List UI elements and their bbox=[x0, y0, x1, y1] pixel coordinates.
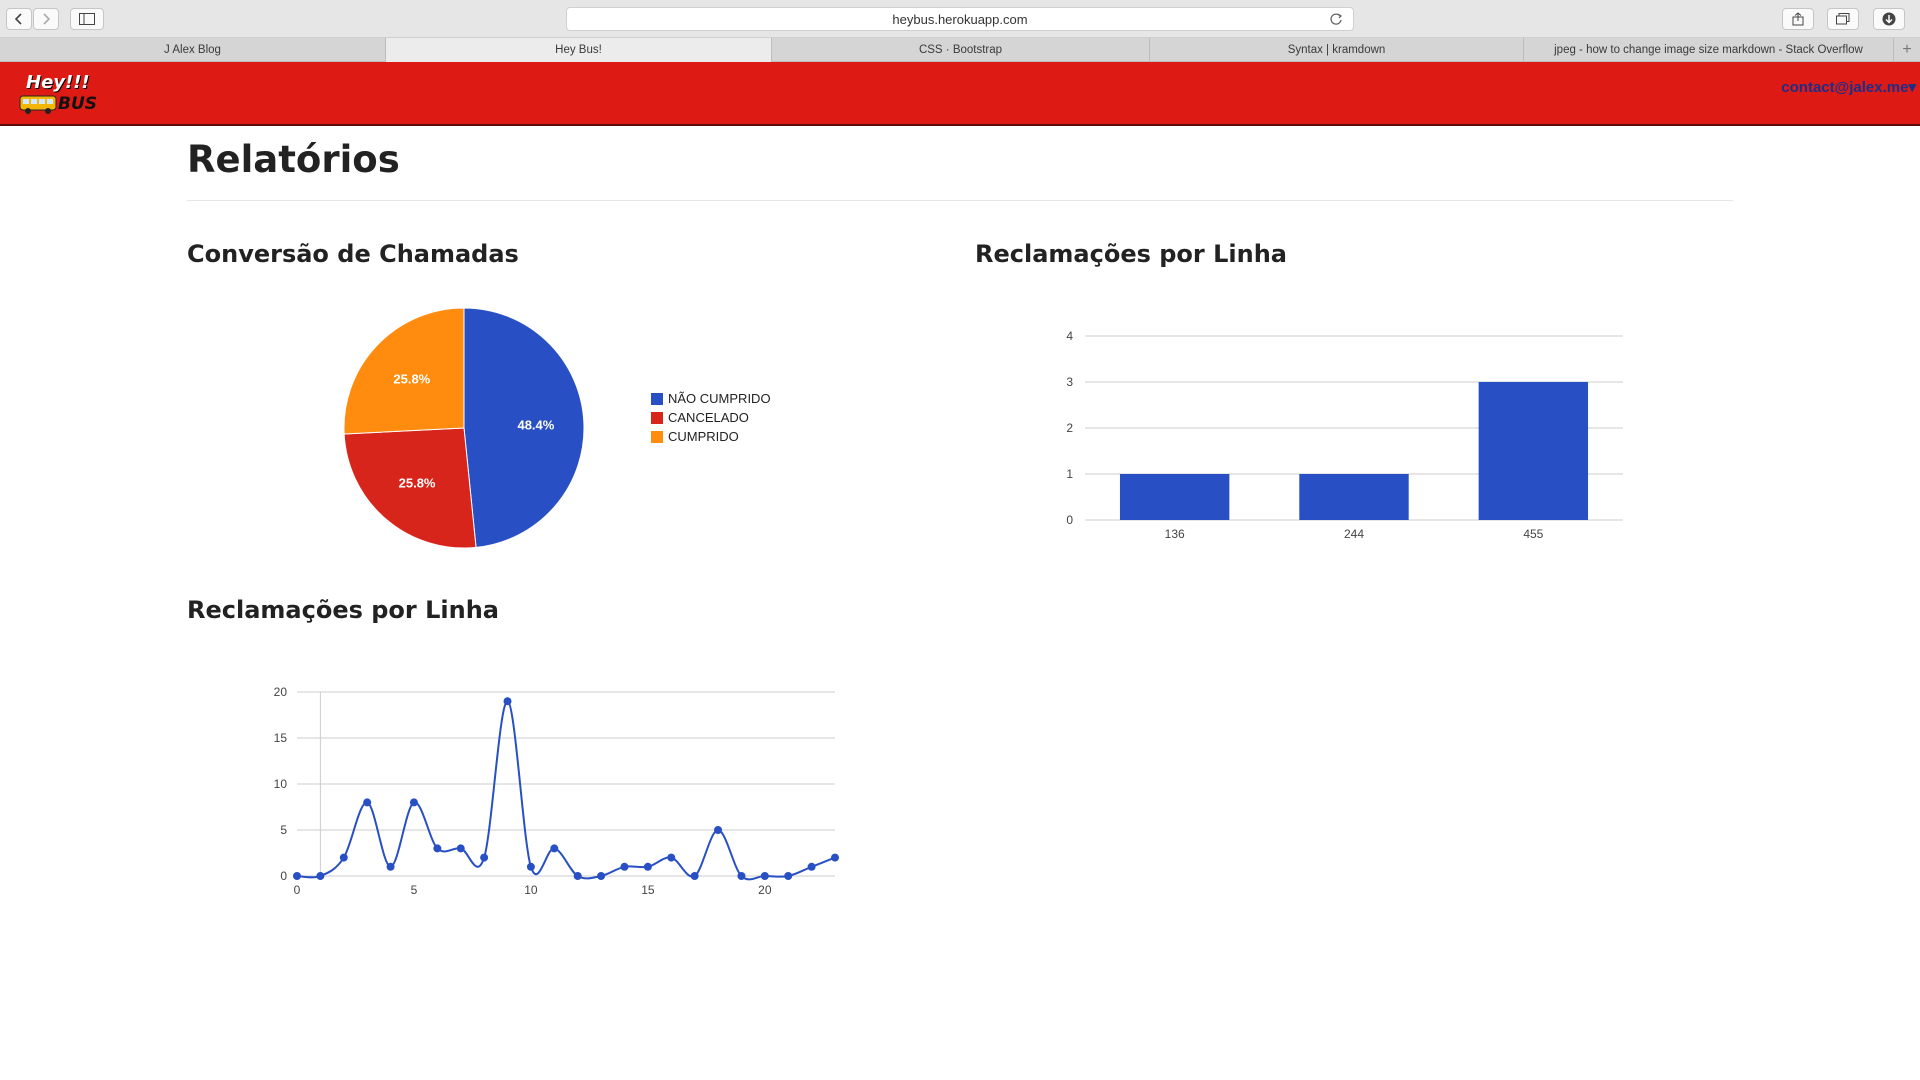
x-tick-label: 0 bbox=[294, 883, 301, 897]
series-line bbox=[296, 700, 836, 881]
logo-text-hey: Hey!!! bbox=[26, 72, 90, 93]
pie-chart: 48.4% NÃO CUMPRIDO 25.8% CANCELADO 25.8% CUMP… bbox=[343, 307, 771, 549]
pie-slice-label: 48.4% bbox=[517, 417, 554, 432]
y-tick-label: 0 bbox=[280, 869, 287, 883]
y-tick-label: 10 bbox=[274, 777, 288, 791]
tab-label: Syntax | kramdown bbox=[1287, 44, 1386, 56]
data-point bbox=[480, 853, 489, 862]
data-point bbox=[667, 853, 676, 862]
tab-j-alex-blog[interactable]: J Alex Blog bbox=[0, 38, 386, 62]
data-point bbox=[363, 798, 372, 807]
bar bbox=[1119, 474, 1230, 520]
data-point bbox=[597, 872, 606, 880]
bar-chart-title: Reclamações por Linha bbox=[975, 240, 1287, 268]
chevron-left-icon bbox=[14, 13, 22, 25]
pie-slice-label: 25.8% bbox=[399, 476, 436, 491]
data-point bbox=[456, 844, 465, 853]
x-tick-label: 20 bbox=[758, 883, 772, 897]
data-point bbox=[760, 872, 769, 880]
data-point bbox=[503, 697, 512, 706]
contact-email: contact@jalex.me bbox=[1781, 79, 1909, 96]
bar bbox=[1299, 474, 1409, 520]
line-chart-title: Reclamações por Linha bbox=[187, 596, 499, 624]
user-menu-dropdown[interactable]: contact@jalex.me▾ bbox=[1781, 78, 1916, 96]
tab-label: Hey Bus! bbox=[555, 44, 602, 56]
new-tab-button[interactable]: + bbox=[1894, 38, 1920, 62]
x-tick-label: 10 bbox=[524, 883, 538, 897]
address-bar[interactable]: heybus.herokuapp.com bbox=[566, 7, 1354, 31]
back-button[interactable] bbox=[6, 8, 32, 30]
legend-label: CUMPRIDO bbox=[668, 429, 739, 444]
x-tick-label: 15 bbox=[641, 883, 655, 897]
sidebar-icon bbox=[79, 13, 95, 25]
data-point bbox=[573, 872, 582, 880]
data-point bbox=[831, 853, 839, 862]
data-point bbox=[714, 826, 723, 834]
data-point bbox=[690, 872, 699, 880]
y-tick-label: 2 bbox=[1066, 421, 1073, 435]
tabs-icon bbox=[1836, 13, 1850, 25]
tab-label: jpeg - how to change image size markdown… bbox=[1554, 44, 1863, 56]
data-point bbox=[784, 872, 793, 880]
tab-label: J Alex Blog bbox=[164, 44, 221, 56]
heybus-logo[interactable]: Hey!!! BUS bbox=[18, 72, 108, 118]
data-point bbox=[316, 872, 325, 880]
logo-text-bus: BUS bbox=[58, 94, 98, 114]
y-tick-label: 4 bbox=[1066, 329, 1073, 343]
legend-swatch bbox=[651, 393, 663, 405]
line-chart: 0 5 10 15 20 0 5 10 15 20 bbox=[274, 685, 839, 897]
forward-button[interactable] bbox=[33, 8, 59, 30]
download-icon bbox=[1882, 12, 1896, 26]
data-point bbox=[386, 862, 395, 871]
sidebar-toggle-button[interactable] bbox=[70, 8, 104, 30]
data-point bbox=[293, 872, 301, 880]
data-point bbox=[643, 862, 652, 871]
legend-swatch bbox=[651, 412, 663, 424]
data-point bbox=[339, 853, 348, 862]
data-point bbox=[409, 798, 418, 807]
tab-bar: J Alex Blog Hey Bus! CSS · Bootstrap Syn… bbox=[0, 38, 1920, 62]
y-tick-label: 0 bbox=[1066, 513, 1073, 527]
legend-swatch bbox=[651, 431, 663, 443]
tabs-overview-button[interactable] bbox=[1827, 8, 1859, 30]
pie-chart-title: Conversão de Chamadas bbox=[187, 240, 519, 268]
data-point bbox=[737, 872, 746, 880]
legend-label: NÃO CUMPRIDO bbox=[668, 391, 771, 406]
title-divider bbox=[187, 200, 1733, 201]
pie-slice-label: 25.8% bbox=[393, 371, 430, 386]
x-tick-label: 244 bbox=[1344, 527, 1364, 541]
page-title: Relatórios bbox=[187, 138, 400, 181]
x-tick-label: 455 bbox=[1523, 527, 1543, 541]
caret-down-icon: ▾ bbox=[1908, 79, 1916, 96]
x-tick-label: 136 bbox=[1165, 527, 1185, 541]
bar-chart: 0 1 2 3 4 136 244 455 bbox=[1066, 329, 1623, 541]
data-point bbox=[526, 862, 535, 871]
data-point bbox=[807, 862, 816, 871]
tab-css-bootstrap[interactable]: CSS · Bootstrap bbox=[772, 38, 1150, 62]
y-tick-label: 5 bbox=[280, 823, 287, 837]
data-point bbox=[550, 844, 559, 853]
share-icon bbox=[1792, 12, 1804, 26]
data-point bbox=[433, 844, 442, 853]
y-tick-label: 20 bbox=[274, 685, 288, 699]
tab-syntax-kramdown[interactable]: Syntax | kramdown bbox=[1150, 38, 1524, 62]
reload-icon[interactable] bbox=[1329, 12, 1343, 26]
y-tick-label: 1 bbox=[1066, 467, 1073, 481]
tab-hey-bus[interactable]: Hey Bus! bbox=[386, 38, 772, 62]
bar bbox=[1478, 382, 1589, 520]
x-tick-label: 5 bbox=[411, 883, 418, 897]
browser-toolbar: heybus.herokuapp.com bbox=[0, 0, 1920, 38]
y-tick-label: 3 bbox=[1066, 375, 1073, 389]
chevron-right-icon bbox=[43, 13, 51, 25]
y-tick-label: 15 bbox=[274, 731, 288, 745]
share-button[interactable] bbox=[1782, 8, 1814, 30]
url-text: heybus.herokuapp.com bbox=[892, 11, 1028, 27]
legend-label: CANCELADO bbox=[668, 410, 749, 425]
tab-stack-overflow[interactable]: jpeg - how to change image size markdown… bbox=[1524, 38, 1894, 62]
app-navbar: Hey!!! BUS contact@jalex.me▾ bbox=[0, 62, 1920, 126]
downloads-button[interactable] bbox=[1873, 8, 1905, 30]
data-point bbox=[620, 862, 629, 871]
tab-label: CSS · Bootstrap bbox=[918, 44, 1003, 56]
